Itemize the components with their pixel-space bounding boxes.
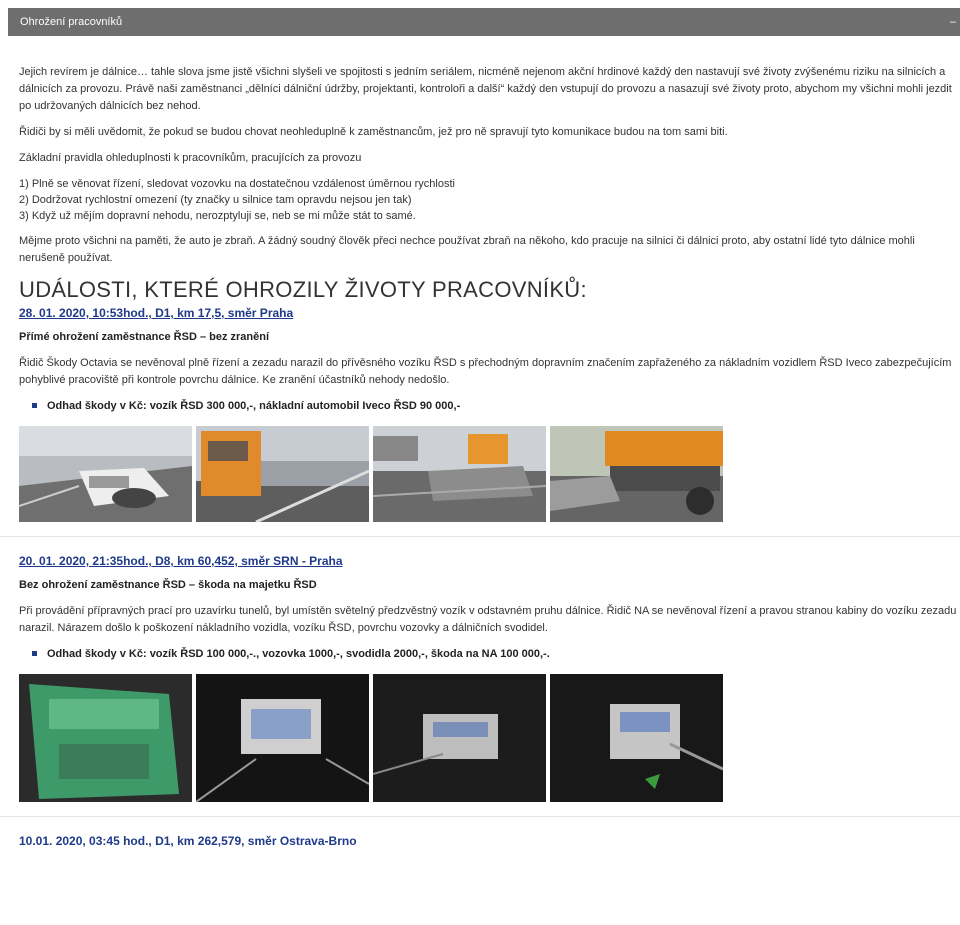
photo-thumbnail[interactable] xyxy=(550,426,723,522)
rules-list: 1) Plně se věnovat řízení, sledovat vozo… xyxy=(19,176,960,224)
event-title-link[interactable]: 20. 01. 2020, 21:35hod., D8, km 60,452, … xyxy=(19,553,960,569)
panel-title: Ohrožení pracovníků xyxy=(20,16,123,28)
photo-gallery xyxy=(19,426,960,522)
photo-gallery xyxy=(19,674,960,802)
bullet-icon xyxy=(32,650,37,656)
intro-paragraph-1: Jejich revírem je dálnice… tahle slova j… xyxy=(19,66,952,112)
photo-thumbnail[interactable] xyxy=(373,426,546,522)
photo-thumbnail[interactable] xyxy=(19,674,192,802)
event-2: 20. 01. 2020, 21:35hod., D8, km 60,452, … xyxy=(19,553,960,802)
photo-thumbnail[interactable] xyxy=(19,426,192,522)
rule-item: 1) Plně se věnovat řízení, sledovat vozo… xyxy=(19,178,455,190)
bullet-icon xyxy=(32,402,37,408)
damage-estimate: Odhad škody v Kč: vozík ŘSD 300 000,-, n… xyxy=(32,398,960,415)
event-3-title[interactable]: 10.01. 2020, 03:45 hod., D1, km 262,579,… xyxy=(19,833,960,850)
divider xyxy=(0,536,960,537)
panel-header[interactable]: Ohrožení pracovníků – xyxy=(8,8,960,36)
photo-thumbnail[interactable] xyxy=(373,674,546,802)
damage-estimate: Odhad škody v Kč: vozík ŘSD 100 000,-., … xyxy=(32,646,960,663)
event-description: Při provádění přípravných prací pro uzav… xyxy=(19,605,957,634)
events-heading: UDÁLOSTI, KTERÉ OHROZILY ŽIVOTY PRACOVNÍ… xyxy=(19,277,587,302)
event-subtitle: Bez ohrožení zaměstnance ŘSD – škoda na … xyxy=(19,579,317,591)
event-subtitle: Přímé ohrožení zaměstnance ŘSD – bez zra… xyxy=(19,331,270,343)
intro-paragraph-2: Řidiči by si měli uvědomit, že pokud se … xyxy=(19,126,728,138)
intro-paragraph-4: Mějme proto všichni na paměti, že auto j… xyxy=(19,235,915,264)
article-content: Jejich revírem je dálnice… tahle slova j… xyxy=(0,64,960,850)
photo-thumbnail[interactable] xyxy=(196,674,369,802)
damage-text: Odhad škody v Kč: vozík ŘSD 100 000,-., … xyxy=(47,648,550,660)
event-description: Řidič Škody Octavia se nevěnoval plně ří… xyxy=(19,357,952,386)
photo-thumbnail[interactable] xyxy=(196,426,369,522)
damage-text: Odhad škody v Kč: vozík ŘSD 300 000,-, n… xyxy=(47,400,461,412)
event-title-link[interactable]: 28. 01. 2020, 10:53hod., D1, km 17,5, sm… xyxy=(19,305,960,321)
rule-item: 2) Dodržovat rychlostní omezení (ty znač… xyxy=(19,194,412,206)
divider xyxy=(0,816,960,817)
minus-icon[interactable]: – xyxy=(950,8,956,36)
photo-thumbnail[interactable] xyxy=(550,674,723,802)
event-1: 28. 01. 2020, 10:53hod., D1, km 17,5, sm… xyxy=(19,305,960,522)
intro-paragraph-3: Základní pravidla ohleduplnosti k pracov… xyxy=(19,152,362,164)
rule-item: 3) Když už mějím dopravní nehodu, nerozp… xyxy=(19,210,416,222)
